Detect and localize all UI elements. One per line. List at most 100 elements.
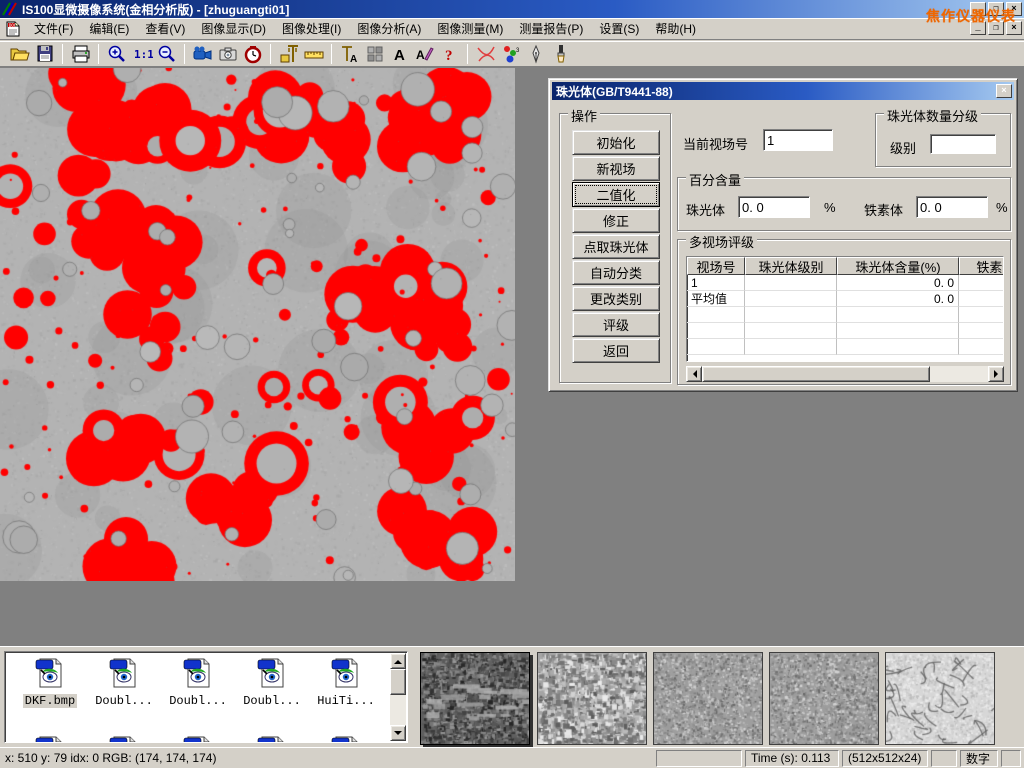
file-item-dkfbmp[interactable]: DKF.bmp	[15, 656, 85, 708]
file-item-partial[interactable]	[237, 734, 307, 743]
application-window: IS100显微摄像系统(金相分析版) - [zhuguangti01] _ ❐ …	[0, 0, 1024, 768]
grid-icon[interactable]	[362, 43, 387, 65]
table-row[interactable]	[687, 339, 1003, 355]
bmp-file-icon	[255, 656, 289, 690]
op-button-5[interactable]: 点取珠光体	[572, 234, 660, 259]
table-header-cell[interactable]: 珠光体含量(%)	[837, 257, 959, 275]
caliper-icon[interactable]	[276, 43, 301, 65]
file-item-doubl[interactable]: Doubl...	[163, 656, 233, 708]
table-horizontal-scrollbar[interactable]	[686, 366, 1004, 382]
op-button-9[interactable]: 返回	[572, 338, 660, 363]
menu-image-analysis[interactable]: 图像分析(A)	[349, 17, 429, 40]
menu-settings[interactable]: 设置(S)	[591, 17, 647, 40]
open-icon[interactable]	[7, 43, 32, 65]
file-list[interactable]: DKF.bmp Doubl... Doubl... Doubl...	[4, 651, 408, 743]
multifield-table[interactable]: 视场号珠光体级别珠光体含量(%)铁素体含量(%)10. 0平均值0. 0	[686, 256, 1004, 362]
dialog-title: 珠光体(GB/T9441-88)	[556, 83, 673, 100]
thumbnail-1[interactable]	[420, 652, 530, 745]
menu-file[interactable]: 文件(F)	[26, 17, 81, 40]
maximize-button[interactable]: ❐	[988, 2, 1004, 16]
child-restore-button[interactable]: ❐	[988, 21, 1004, 35]
scroll-up-icon[interactable]	[390, 653, 406, 669]
file-item-doubl[interactable]: Doubl...	[237, 656, 307, 708]
op-button-2[interactable]: 新视场	[572, 156, 660, 181]
count-points-icon[interactable]: 3	[498, 43, 523, 65]
scroll-right-icon[interactable]	[988, 366, 1004, 382]
level-input[interactable]	[930, 134, 996, 154]
file-label: HuiTi...	[315, 694, 377, 708]
curve-icon[interactable]	[473, 43, 498, 65]
bmp-file-icon	[329, 734, 363, 743]
child-minimize-button[interactable]: _	[970, 21, 986, 35]
op-button-7[interactable]: 更改类别	[572, 286, 660, 311]
zoom-in-icon[interactable]	[104, 43, 129, 65]
file-item-doubl[interactable]: Doubl...	[89, 656, 159, 708]
menu-help[interactable]: 帮助(H)	[647, 17, 704, 40]
file-item-partial[interactable]	[15, 734, 85, 743]
table-header-cell[interactable]: 珠光体级别	[745, 257, 837, 275]
scroll-down-icon[interactable]	[390, 725, 406, 741]
table-row[interactable]	[687, 307, 1003, 323]
zoom-out-icon[interactable]	[154, 43, 179, 65]
annotate-icon[interactable]: A	[412, 43, 437, 65]
status-panel-6	[1001, 750, 1021, 767]
scrollbar-thumb[interactable]	[702, 366, 930, 382]
menu-view[interactable]: 查看(V)	[137, 17, 193, 40]
child-close-button[interactable]: ×	[1006, 21, 1022, 35]
file-item-partial[interactable]	[89, 734, 159, 743]
file-item-partial[interactable]	[163, 734, 233, 743]
actual-size-icon[interactable]: 1:1	[129, 43, 154, 65]
ruler-icon[interactable]	[301, 43, 326, 65]
current-field-input[interactable]	[763, 129, 833, 151]
op-button-6[interactable]: 自动分类	[572, 260, 660, 285]
pen-icon[interactable]	[523, 43, 548, 65]
toolbar-group	[187, 43, 268, 65]
menu-image-processing[interactable]: 图像处理(I)	[274, 17, 349, 40]
thumbnail-2[interactable]	[537, 652, 647, 745]
thumbnail-3[interactable]	[653, 652, 763, 745]
op-button-4[interactable]: 修正	[572, 208, 660, 233]
timer-icon[interactable]	[240, 43, 265, 65]
menu-image-measure[interactable]: 图像测量(M)	[429, 17, 511, 40]
menu-image-display[interactable]: 图像显示(D)	[193, 17, 274, 40]
file-label: Doubl...	[167, 694, 229, 708]
text-icon[interactable]: A	[387, 43, 412, 65]
metallographic-image-binarized[interactable]	[0, 68, 515, 581]
table-header-cell[interactable]: 视场号	[687, 257, 745, 275]
camera-icon[interactable]	[215, 43, 240, 65]
dialog-title-bar[interactable]: 珠光体(GB/T9441-88) ×	[552, 82, 1014, 100]
print-icon[interactable]	[68, 43, 93, 65]
video-camera-icon[interactable]	[190, 43, 215, 65]
ferrite-percent-input[interactable]	[916, 196, 988, 218]
toolbar-separator	[62, 44, 63, 64]
pearlite-percent-input[interactable]	[738, 196, 810, 218]
op-button-3[interactable]: 二值化	[572, 182, 660, 207]
file-scrollbar-thumb[interactable]	[390, 669, 406, 695]
table-row[interactable]: 10. 0	[687, 275, 1003, 291]
dialog-close-icon[interactable]: ×	[996, 84, 1012, 98]
measure-text-icon[interactable]: A	[337, 43, 362, 65]
table-cell	[745, 323, 837, 339]
table-row[interactable]: 平均值0. 0	[687, 291, 1003, 307]
save-icon[interactable]	[32, 43, 57, 65]
file-item-partial[interactable]	[311, 734, 381, 743]
toolbar-separator	[467, 44, 468, 64]
menu-report[interactable]: 测量报告(P)	[511, 17, 591, 40]
minimize-button[interactable]: _	[970, 2, 986, 16]
op-button-8[interactable]: 评级	[572, 312, 660, 337]
brush-icon[interactable]	[548, 43, 573, 65]
close-button[interactable]: ×	[1006, 2, 1022, 16]
status-panel-1	[656, 750, 742, 767]
thumbnail-4[interactable]	[769, 652, 879, 745]
table-row[interactable]	[687, 323, 1003, 339]
thumbnail-5[interactable]	[885, 652, 995, 745]
op-button-1[interactable]: 初始化	[572, 130, 660, 155]
file-item-huiti[interactable]: HuiTi...	[311, 656, 381, 708]
scroll-left-icon[interactable]	[686, 366, 702, 382]
table-header-cell[interactable]: 铁素体含量(%)	[959, 257, 1004, 275]
menu-edit[interactable]: 编辑(E)	[81, 17, 137, 40]
toolbar-group	[273, 43, 329, 65]
file-list-scrollbar[interactable]	[390, 653, 406, 741]
help-icon[interactable]: ?	[437, 43, 462, 65]
toolbar-separator	[98, 44, 99, 64]
